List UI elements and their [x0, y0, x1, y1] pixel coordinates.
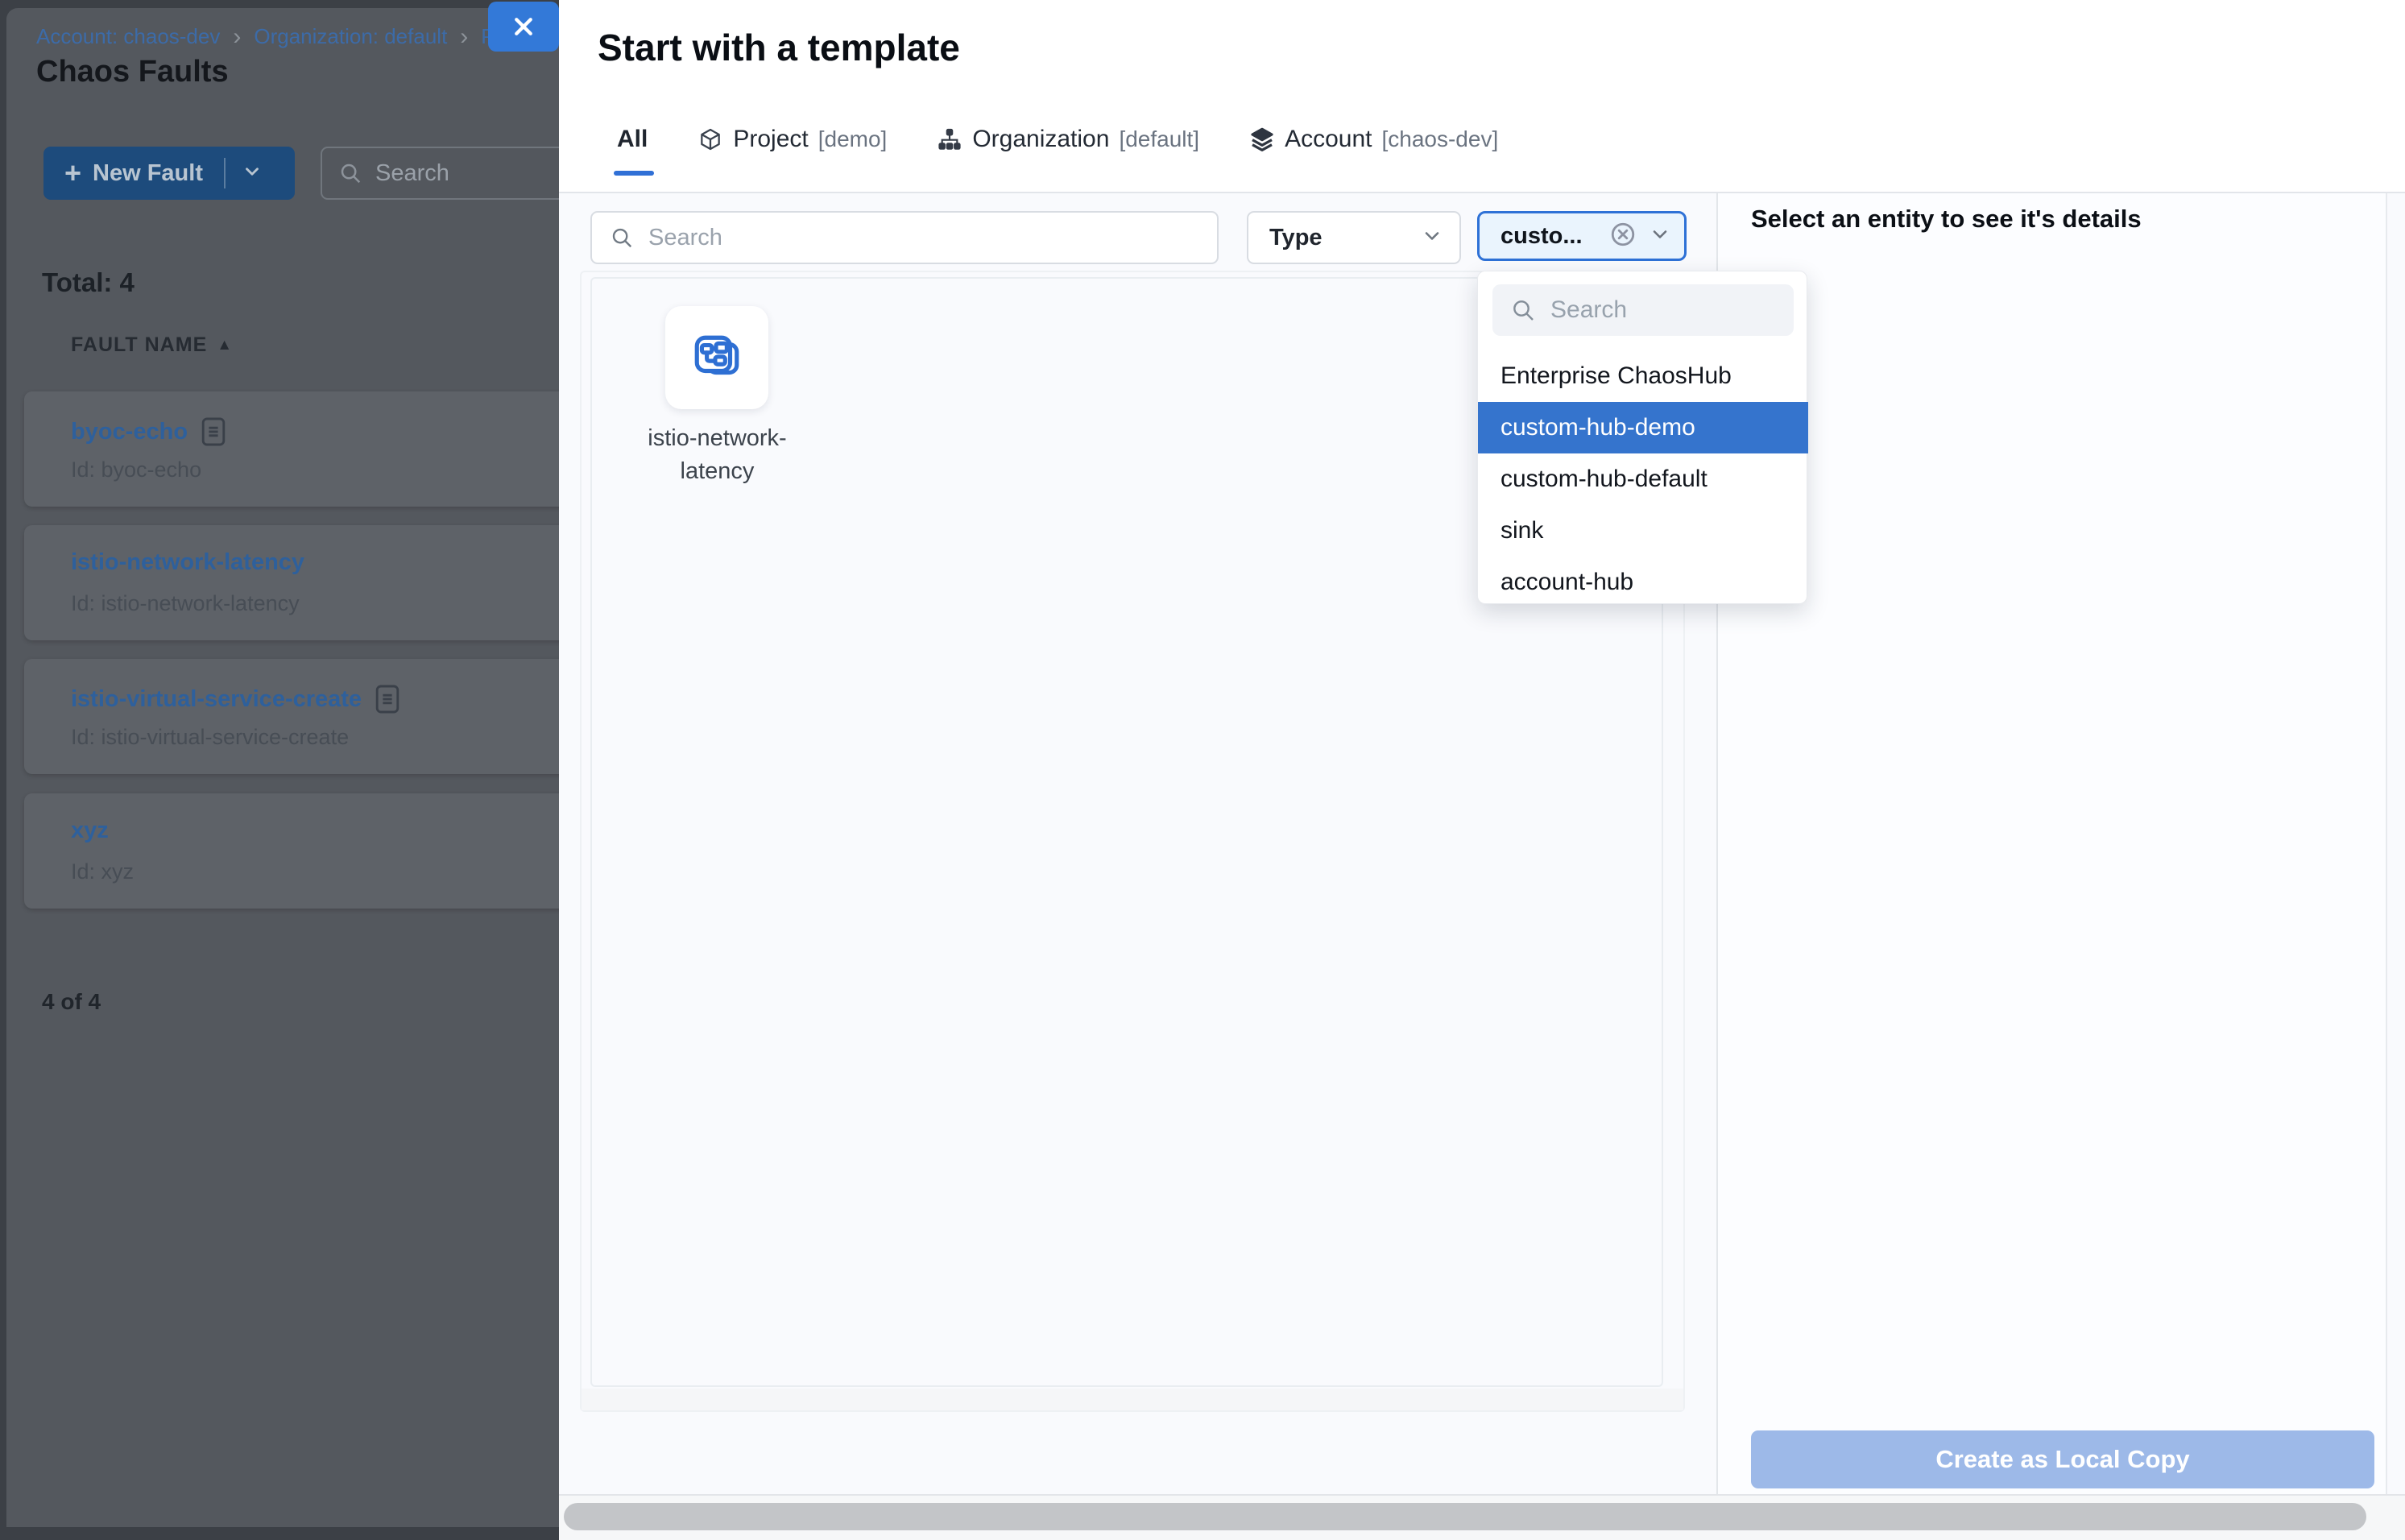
fault-row-istio-network-latency[interactable]: istio-network-latency Id: istio-network-… [24, 525, 559, 640]
search-icon [338, 161, 362, 185]
hub-filter-value: custo... [1501, 223, 1583, 250]
chevron-down-icon [1421, 225, 1443, 251]
manifest-icon[interactable] [375, 683, 400, 715]
horizontal-scrollbar-track[interactable] [559, 1496, 2405, 1540]
template-search-box [590, 211, 1219, 264]
details-panel: Select an entity to see it's details Cre… [1718, 193, 2386, 1494]
breadcrumb: Account: chaos-dev › Organization: defau… [36, 24, 495, 49]
chevron-down-icon[interactable] [242, 161, 263, 186]
tab-label: Project [733, 126, 808, 153]
chaos-faults-page: Account: chaos-dev › Organization: defau… [6, 8, 559, 1527]
start-with-template-modal: Start with a template All Project [demo]… [559, 0, 2405, 1494]
tab-label: All [617, 126, 648, 153]
close-icon [511, 14, 536, 39]
hub-dropdown-menu: Enterprise ChaosHub custom-hub-demo cust… [1477, 271, 1807, 604]
fault-id: Id: istio-network-latency [71, 591, 300, 616]
breadcrumb-item-organization[interactable]: Organization: default [254, 24, 447, 49]
page-frame: Account: chaos-dev › Organization: defau… [0, 0, 559, 1540]
account-icon [1249, 126, 1275, 152]
new-fault-button[interactable]: + New Fault [43, 147, 295, 200]
tab-all[interactable]: All [617, 126, 648, 153]
project-icon [697, 126, 723, 152]
type-filter-label: Type [1269, 225, 1323, 251]
fault-id: Id: xyz [71, 859, 134, 884]
tab-label: Organization [972, 126, 1109, 153]
page-title: Chaos Faults [36, 55, 229, 89]
app-root: Account: chaos-dev › Organization: defau… [0, 0, 2405, 1540]
hub-option-sink[interactable]: sink [1478, 505, 1808, 557]
fault-row-byoc-echo[interactable]: byoc-echo Id: byoc-echo [24, 391, 559, 507]
fault-row-istio-virtual-service-create[interactable]: istio-virtual-service-create Id: istio-v… [24, 659, 559, 774]
fault-name-link[interactable]: byoc-echo [71, 419, 188, 445]
template-card-istio-network-latency[interactable] [665, 306, 768, 409]
fault-row-xyz[interactable]: xyz Id: xyz [24, 793, 559, 909]
hub-menu-search-input[interactable] [1550, 296, 1776, 324]
scope-tabs: All Project [demo] Organization [default… [617, 126, 1498, 153]
fault-id: Id: byoc-echo [71, 457, 201, 482]
tab-project[interactable]: Project [demo] [697, 126, 887, 153]
fault-search-box [321, 147, 559, 200]
modal-title: Start with a template [598, 26, 960, 69]
hub-option-custom-hub-default[interactable]: custom-hub-default [1478, 453, 1808, 505]
breadcrumb-item-account[interactable]: Account: chaos-dev [36, 24, 220, 49]
horizontal-scrollbar-thumb[interactable] [564, 1503, 2366, 1530]
column-label: FAULT NAME [71, 333, 207, 357]
plus-icon: + [64, 159, 81, 188]
tab-scope: [demo] [818, 126, 888, 152]
search-icon [610, 226, 634, 250]
tab-label: Account [1285, 126, 1372, 153]
template-browser: Type custo... Enterp [559, 193, 2405, 1494]
fault-search-input[interactable] [375, 160, 559, 187]
modal-close-button[interactable] [488, 2, 559, 52]
button-divider [224, 158, 226, 188]
hub-option-enterprise-chaoshub[interactable]: Enterprise ChaosHub [1478, 350, 1808, 402]
chevron-down-icon [1649, 223, 1671, 250]
active-tab-indicator [614, 171, 654, 176]
tab-scope: [default] [1119, 126, 1199, 152]
breadcrumb-separator-icon: › [233, 27, 241, 48]
fault-id: Id: istio-virtual-service-create [71, 725, 349, 750]
breadcrumb-separator-icon: › [460, 27, 468, 48]
fault-name-link[interactable]: istio-virtual-service-create [71, 686, 362, 713]
template-card-label[interactable]: istio-network-latency [631, 422, 804, 488]
hub-option-custom-hub-demo[interactable]: custom-hub-demo [1478, 402, 1808, 453]
tab-organization[interactable]: Organization [default] [937, 126, 1199, 153]
clear-icon[interactable] [1608, 220, 1637, 253]
template-icon [690, 331, 743, 384]
hub-menu-search-box [1492, 284, 1794, 336]
search-icon [1510, 297, 1536, 323]
new-fault-label: New Fault [93, 160, 203, 187]
fault-name-link[interactable]: istio-network-latency [71, 549, 304, 576]
create-as-local-copy-button[interactable]: Create as Local Copy [1751, 1430, 2374, 1488]
fault-name-link[interactable]: xyz [71, 818, 109, 844]
tab-scope: [chaos-dev] [1381, 126, 1498, 152]
pagination-status: 4 of 4 [42, 989, 101, 1015]
sort-asc-icon[interactable]: ▲ [217, 337, 233, 354]
right-scroll-divider [2386, 193, 2387, 1494]
template-search-input[interactable] [648, 225, 1180, 251]
fault-name-column-header[interactable]: FAULT NAME ▲ [71, 333, 233, 357]
tab-account[interactable]: Account [chaos-dev] [1249, 126, 1498, 153]
total-count: Total: 4 [42, 267, 135, 298]
template-grid-footer-strip [582, 1389, 1683, 1410]
manifest-icon[interactable] [201, 416, 226, 448]
details-empty-message: Select an entity to see it's details [1751, 205, 2142, 234]
hub-filter-dropdown[interactable]: custo... [1477, 211, 1687, 261]
type-filter-dropdown[interactable]: Type [1247, 211, 1461, 264]
organization-icon [937, 126, 962, 152]
hub-option-account-hub[interactable]: account-hub [1478, 557, 1808, 608]
